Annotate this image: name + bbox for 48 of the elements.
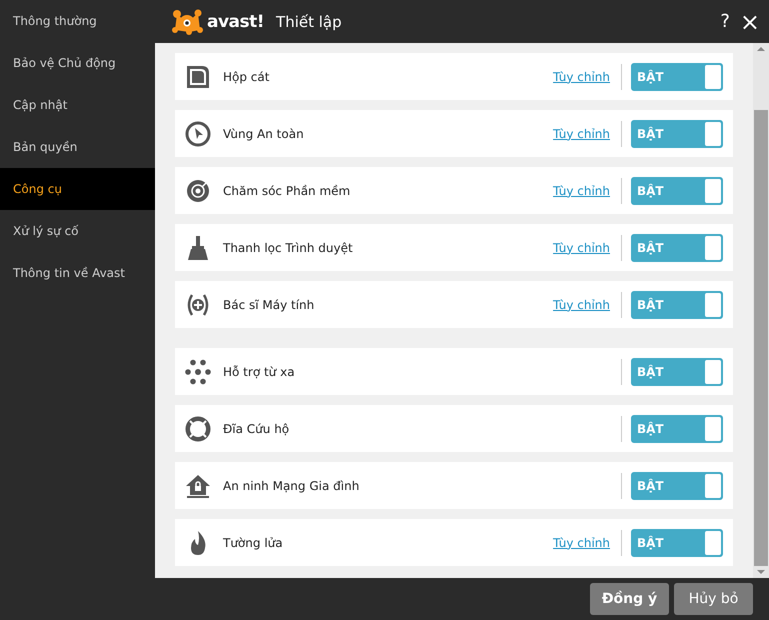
window-title: Thiết lập <box>276 12 342 30</box>
sidebar-item[interactable]: Công cụ <box>0 168 155 210</box>
tool-name: Bác sĩ Máy tính <box>223 298 316 312</box>
cursor-icon <box>185 120 211 146</box>
ok-button[interactable]: Đồng ý <box>590 583 669 615</box>
customize-link[interactable]: Tùy chỉnh <box>553 240 610 254</box>
customize-link[interactable]: Tùy chỉnh <box>553 184 610 198</box>
toggle-switch[interactable]: BẬT <box>631 528 723 556</box>
toggle-switch[interactable]: BẬT <box>631 120 723 148</box>
toggle-switch[interactable]: BẬT <box>631 234 723 262</box>
customize-link[interactable]: Tùy chỉnh <box>553 70 610 84</box>
customize-link[interactable]: Tùy chỉnh <box>553 298 610 312</box>
customize-link[interactable]: Tùy chỉnh <box>553 126 610 140</box>
toggle-switch[interactable]: BẬT <box>631 62 723 90</box>
sidebar-item[interactable]: Thông thường <box>0 0 155 42</box>
sidebar-item[interactable]: Bản quyền <box>0 126 155 168</box>
tool-name: Vùng An toàn <box>223 126 305 140</box>
splat-icon <box>171 8 205 34</box>
brush-icon <box>185 234 211 260</box>
sidebar-item[interactable]: Bảo vệ Chủ động <box>0 42 155 84</box>
close-button[interactable]: × <box>736 10 763 34</box>
tool-name: An ninh Mạng Gia đình <box>223 478 360 492</box>
toggle-switch[interactable]: BẬT <box>631 290 723 318</box>
tool-name: Chăm sóc Phần mềm <box>223 184 352 198</box>
target-icon <box>185 178 211 204</box>
sidebar-item[interactable]: Thông tin về Avast <box>0 252 155 294</box>
sidebar-item[interactable]: Cập nhật <box>0 84 155 126</box>
lifebuoy-icon <box>185 416 211 442</box>
sandbox-icon <box>185 64 211 90</box>
scrollbar[interactable] <box>753 43 769 578</box>
customize-link[interactable]: Tùy chỉnh <box>553 536 610 550</box>
plus-icon <box>185 292 211 318</box>
logo-text: avast! <box>207 12 264 32</box>
tool-name: Tường lửa <box>223 536 284 550</box>
toggle-switch[interactable]: BẬT <box>631 414 723 442</box>
house-icon <box>185 472 211 498</box>
cancel-button[interactable]: Hủy bỏ <box>674 583 753 615</box>
toggle-switch[interactable]: BẬT <box>631 358 723 386</box>
tool-name: Hộp cát <box>223 70 270 84</box>
network-icon <box>185 358 211 384</box>
tool-name: Hỗ trợ từ xa <box>223 364 296 378</box>
tool-name: Thanh lọc Trình duyệt <box>223 240 354 254</box>
tool-name: Đĩa Cứu hộ <box>223 422 290 436</box>
toggle-switch[interactable]: BẬT <box>631 176 723 204</box>
toggle-switch[interactable]: BẬT <box>631 472 723 500</box>
scrollbar-thumb[interactable] <box>754 110 768 566</box>
sidebar-item[interactable]: Xử lý sự cố <box>0 210 155 252</box>
help-button[interactable]: ? <box>717 10 733 34</box>
